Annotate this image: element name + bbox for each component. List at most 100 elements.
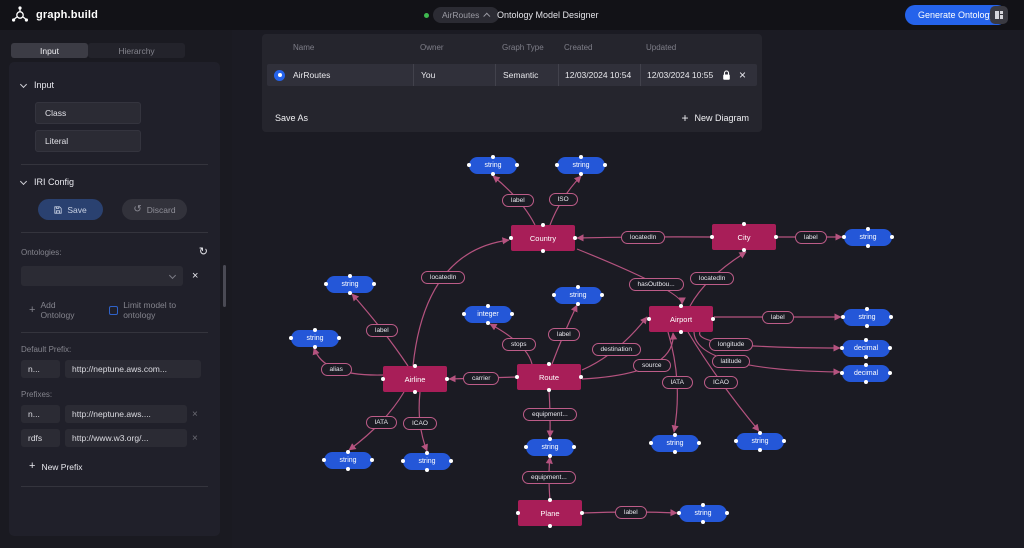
literal-node-string[interactable]: string bbox=[324, 452, 372, 469]
edge-label[interactable]: IATA bbox=[366, 416, 397, 429]
connection-handle[interactable] bbox=[547, 388, 551, 392]
connection-handle[interactable] bbox=[890, 235, 894, 239]
new-diagram-button[interactable]: + New Diagram bbox=[681, 112, 749, 124]
connection-handle[interactable] bbox=[425, 468, 429, 472]
connection-handle[interactable] bbox=[510, 312, 514, 316]
tab-input[interactable]: Input bbox=[11, 43, 88, 58]
connection-handle[interactable] bbox=[313, 328, 317, 332]
edge-label[interactable]: label bbox=[366, 324, 398, 337]
prefix-uri-input[interactable]: http://www.w3.org/... bbox=[65, 429, 187, 447]
edge-label[interactable]: locatedIn bbox=[421, 271, 465, 284]
connection-handle[interactable] bbox=[572, 445, 576, 449]
connection-handle[interactable] bbox=[697, 441, 701, 445]
discard-button[interactable]: ↺ Discard bbox=[122, 199, 187, 220]
connection-handle[interactable] bbox=[462, 312, 466, 316]
table-row[interactable]: AirRoutes You Semantic 12/03/2024 10:54 … bbox=[267, 64, 757, 86]
literal-node-decimal[interactable]: decimal bbox=[842, 340, 890, 357]
edge-label[interactable]: ICAO bbox=[403, 417, 437, 430]
connection-handle[interactable] bbox=[467, 163, 471, 167]
connection-handle[interactable] bbox=[516, 511, 520, 515]
clear-ontology-icon[interactable]: × bbox=[192, 271, 198, 282]
connection-handle[interactable] bbox=[555, 163, 559, 167]
connection-handle[interactable] bbox=[677, 511, 681, 515]
connection-handle[interactable] bbox=[734, 439, 738, 443]
connection-handle[interactable] bbox=[782, 439, 786, 443]
literal-node-integer[interactable]: integer bbox=[464, 306, 512, 323]
refresh-icon[interactable]: ↻ bbox=[199, 247, 208, 258]
connection-handle[interactable] bbox=[840, 346, 844, 350]
edge-label[interactable]: longitude bbox=[709, 338, 753, 351]
literal-node-string[interactable]: string bbox=[554, 287, 602, 304]
row-selected-radio[interactable] bbox=[274, 70, 285, 81]
connection-handle[interactable] bbox=[579, 375, 583, 379]
edge-label[interactable]: equipment... bbox=[522, 471, 576, 484]
literal-node-string[interactable]: string bbox=[651, 435, 699, 452]
connection-handle[interactable] bbox=[491, 155, 495, 159]
literal-node-string[interactable]: string bbox=[526, 439, 574, 456]
connection-handle[interactable] bbox=[548, 437, 552, 441]
connection-handle[interactable] bbox=[370, 458, 374, 462]
iri-config-header[interactable]: IRI Config bbox=[21, 177, 208, 187]
class-node-city[interactable]: City bbox=[712, 224, 776, 250]
connection-handle[interactable] bbox=[509, 236, 513, 240]
connection-handle[interactable] bbox=[579, 172, 583, 176]
prefix-uri-input[interactable]: http://neptune.aws.... bbox=[65, 405, 187, 423]
connection-handle[interactable] bbox=[289, 336, 293, 340]
connection-handle[interactable] bbox=[541, 223, 545, 227]
connection-handle[interactable] bbox=[841, 315, 845, 319]
prefix-input[interactable]: n... bbox=[21, 405, 60, 423]
literal-node-string[interactable]: string bbox=[557, 157, 605, 174]
lock-icon[interactable] bbox=[722, 70, 731, 81]
class-node-airport[interactable]: Airport bbox=[649, 306, 713, 332]
connection-handle[interactable] bbox=[647, 317, 651, 321]
save-as-button[interactable]: Save As bbox=[275, 113, 308, 123]
connection-handle[interactable] bbox=[649, 441, 653, 445]
edge-label[interactable]: IATA bbox=[662, 376, 693, 389]
literal-node-string[interactable]: string bbox=[403, 453, 451, 470]
connection-handle[interactable] bbox=[758, 448, 762, 452]
connection-handle[interactable] bbox=[381, 377, 385, 381]
class-node-airline[interactable]: Airline bbox=[383, 366, 447, 392]
remove-prefix-icon[interactable]: × bbox=[192, 433, 198, 444]
connection-handle[interactable] bbox=[842, 235, 846, 239]
edge-label[interactable]: destination bbox=[592, 343, 641, 356]
class-node-template[interactable]: Class bbox=[35, 102, 141, 124]
literal-node-string[interactable]: string bbox=[843, 309, 891, 326]
input-section-header[interactable]: Input bbox=[21, 80, 208, 90]
sidebar-scrollbar[interactable] bbox=[223, 265, 226, 307]
connection-handle[interactable] bbox=[547, 362, 551, 366]
edge-label[interactable]: label bbox=[502, 194, 534, 207]
edge-label[interactable]: carrier bbox=[463, 372, 499, 385]
connection-handle[interactable] bbox=[313, 345, 317, 349]
save-button[interactable]: Save bbox=[38, 199, 103, 220]
default-prefix-input[interactable]: n... bbox=[21, 360, 60, 378]
edge-label[interactable]: ISO bbox=[549, 193, 578, 206]
connection-handle[interactable] bbox=[548, 524, 552, 528]
connection-handle[interactable] bbox=[348, 291, 352, 295]
connection-handle[interactable] bbox=[710, 235, 714, 239]
connection-handle[interactable] bbox=[673, 433, 677, 437]
close-diagram-icon[interactable]: × bbox=[739, 69, 746, 81]
class-node-route[interactable]: Route bbox=[517, 364, 581, 390]
edge-label[interactable]: hasOutbou... bbox=[629, 278, 684, 291]
connection-handle[interactable] bbox=[548, 498, 552, 502]
connection-handle[interactable] bbox=[346, 450, 350, 454]
connection-handle[interactable] bbox=[580, 511, 584, 515]
ontology-dropdown[interactable] bbox=[21, 266, 183, 286]
edge-label[interactable]: label bbox=[762, 311, 794, 324]
connection-handle[interactable] bbox=[425, 451, 429, 455]
limit-model-checkbox[interactable] bbox=[109, 306, 118, 315]
literal-node-string[interactable]: string bbox=[326, 276, 374, 293]
connection-handle[interactable] bbox=[889, 315, 893, 319]
edge-label[interactable]: locatedIn bbox=[690, 272, 734, 285]
connection-handle[interactable] bbox=[864, 355, 868, 359]
connection-handle[interactable] bbox=[348, 274, 352, 278]
connection-handle[interactable] bbox=[742, 248, 746, 252]
connection-handle[interactable] bbox=[866, 244, 870, 248]
edge-label[interactable]: alias bbox=[321, 363, 352, 376]
connection-handle[interactable] bbox=[600, 293, 604, 297]
connection-handle[interactable] bbox=[774, 235, 778, 239]
remove-prefix-icon[interactable]: × bbox=[192, 409, 198, 420]
connection-handle[interactable] bbox=[742, 222, 746, 226]
connection-handle[interactable] bbox=[866, 227, 870, 231]
